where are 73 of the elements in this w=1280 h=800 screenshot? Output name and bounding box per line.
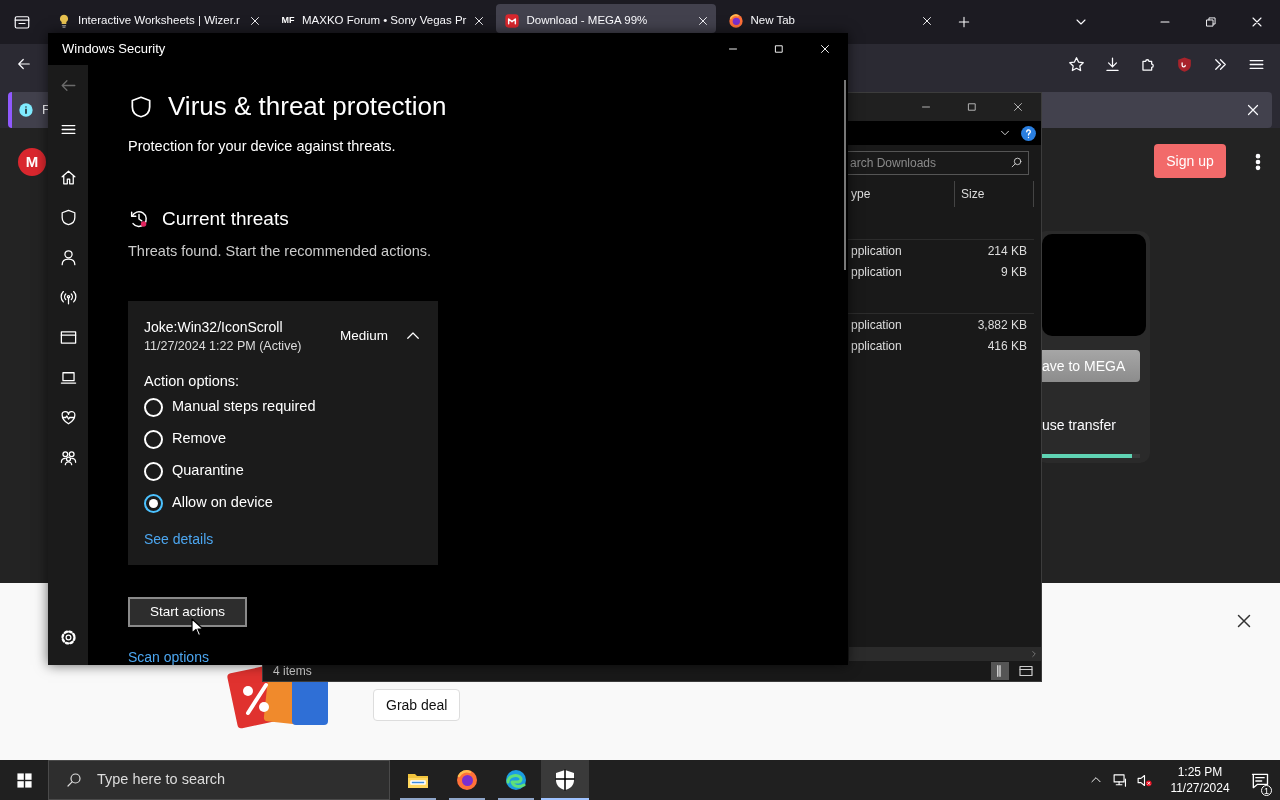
- site-logo: MF: [280, 14, 296, 28]
- page-subtitle: Protection for your device against threats.: [128, 137, 397, 156]
- table-cell-text: pplication: [850, 316, 903, 334]
- grab-deal-button[interactable]: Grab deal: [373, 689, 461, 721]
- site-icon: [504, 13, 521, 29]
- threat-name: Joke:Win32/IconScroll: [144, 318, 284, 337]
- star-icon[interactable]: [1066, 54, 1086, 74]
- taskbar-app[interactable]: [541, 760, 589, 800]
- search-icon: [1010, 156, 1023, 169]
- table-cell-text: 214 KB: [986, 242, 1027, 260]
- info-icon: [18, 102, 34, 118]
- page-title: Virus & threat protection: [168, 91, 447, 123]
- close-icon[interactable]: [818, 42, 832, 56]
- close-icon[interactable]: [248, 14, 262, 28]
- table-cell-text: pplication: [850, 242, 903, 260]
- clock-date: 11/27/2024: [1169, 780, 1231, 796]
- notification-count: 1: [1261, 785, 1272, 796]
- options-label: Action options:: [144, 372, 241, 391]
- section-description: Threats found. Start the recommended actions.: [128, 242, 433, 261]
- shield-icon: [128, 94, 154, 120]
- option-label: Manual steps required: [172, 397, 316, 417]
- table-cell-text: 9 KB: [1000, 263, 1027, 281]
- browser-tab[interactable]: New Tab: [720, 4, 941, 33]
- shield-icon: [553, 768, 577, 792]
- browser-icon: [504, 768, 528, 792]
- settings-icon[interactable]: [58, 627, 78, 647]
- details-link[interactable]: See details: [144, 529, 214, 549]
- start-actions-button[interactable]: Start actions: [128, 597, 247, 627]
- table-cell-text: 416 KB: [986, 337, 1027, 355]
- search-field[interactable]: arch Downloads: [845, 151, 1029, 175]
- taskbar-search[interactable]: Type here to search: [48, 760, 390, 800]
- threat-history-icon: [128, 208, 150, 230]
- logo[interactable]: M: [18, 148, 46, 176]
- clock[interactable]: 1:25 PM 11/27/2024: [1164, 764, 1236, 796]
- column-header[interactable]: ype: [849, 181, 955, 207]
- horizontal-scrollbar[interactable]: [849, 647, 1041, 661]
- network-icon[interactable]: [1111, 771, 1129, 789]
- radio-option[interactable]: Quarantine: [144, 455, 422, 487]
- table-cell-text: pplication: [850, 337, 903, 355]
- tab-list-icon[interactable]: [13, 13, 31, 31]
- scrollbar[interactable]: [844, 80, 846, 270]
- scan-options-link[interactable]: Scan options: [128, 648, 209, 665]
- option-label: Remove: [172, 429, 226, 449]
- option-label: Allow on device: [172, 493, 273, 513]
- browser-tab[interactable]: Interactive Worksheets | Wizer.r: [48, 4, 268, 33]
- close-icon[interactable]: [1011, 100, 1025, 114]
- cursor-icon: [190, 617, 204, 637]
- radio-button[interactable]: [144, 493, 163, 513]
- radio-option[interactable]: Remove: [144, 423, 422, 455]
- option-label: Quarantine: [172, 461, 244, 481]
- browser-icon: [728, 13, 745, 29]
- severity-label: Medium: [340, 326, 388, 345]
- column-header[interactable]: Size: [955, 181, 1034, 207]
- item-count: 4 items: [273, 663, 312, 680]
- maximize-icon[interactable]: [965, 100, 979, 114]
- maximize-icon[interactable]: [772, 42, 786, 56]
- search-icon: [65, 771, 83, 789]
- start-icon[interactable]: [15, 771, 33, 789]
- table-cell-text: pplication: [850, 263, 903, 281]
- window-title: Windows Security: [62, 40, 167, 59]
- table-cell-text: 3,882 KB: [976, 316, 1027, 334]
- browser-tab[interactable]: Download - MEGA 99%: [496, 4, 717, 33]
- radio-option[interactable]: Allow on device: [144, 487, 422, 519]
- clock-time: 1:25 PM: [1176, 764, 1224, 780]
- help-icon[interactable]: [1020, 124, 1037, 142]
- restore-icon[interactable]: [1204, 15, 1218, 29]
- details-view-icon[interactable]: [991, 662, 1009, 680]
- section-title: Current threats: [162, 207, 289, 231]
- transfer-label[interactable]: use transfer: [1042, 415, 1146, 436]
- browser-icon: [455, 768, 479, 792]
- threat-date: 11/27/2024 1:22 PM (Active): [144, 338, 303, 355]
- radio-option[interactable]: Manual steps required: [144, 391, 422, 423]
- browser-tab[interactable]: MF MAXKO Forum • Sony Vegas Pr: [272, 4, 493, 33]
